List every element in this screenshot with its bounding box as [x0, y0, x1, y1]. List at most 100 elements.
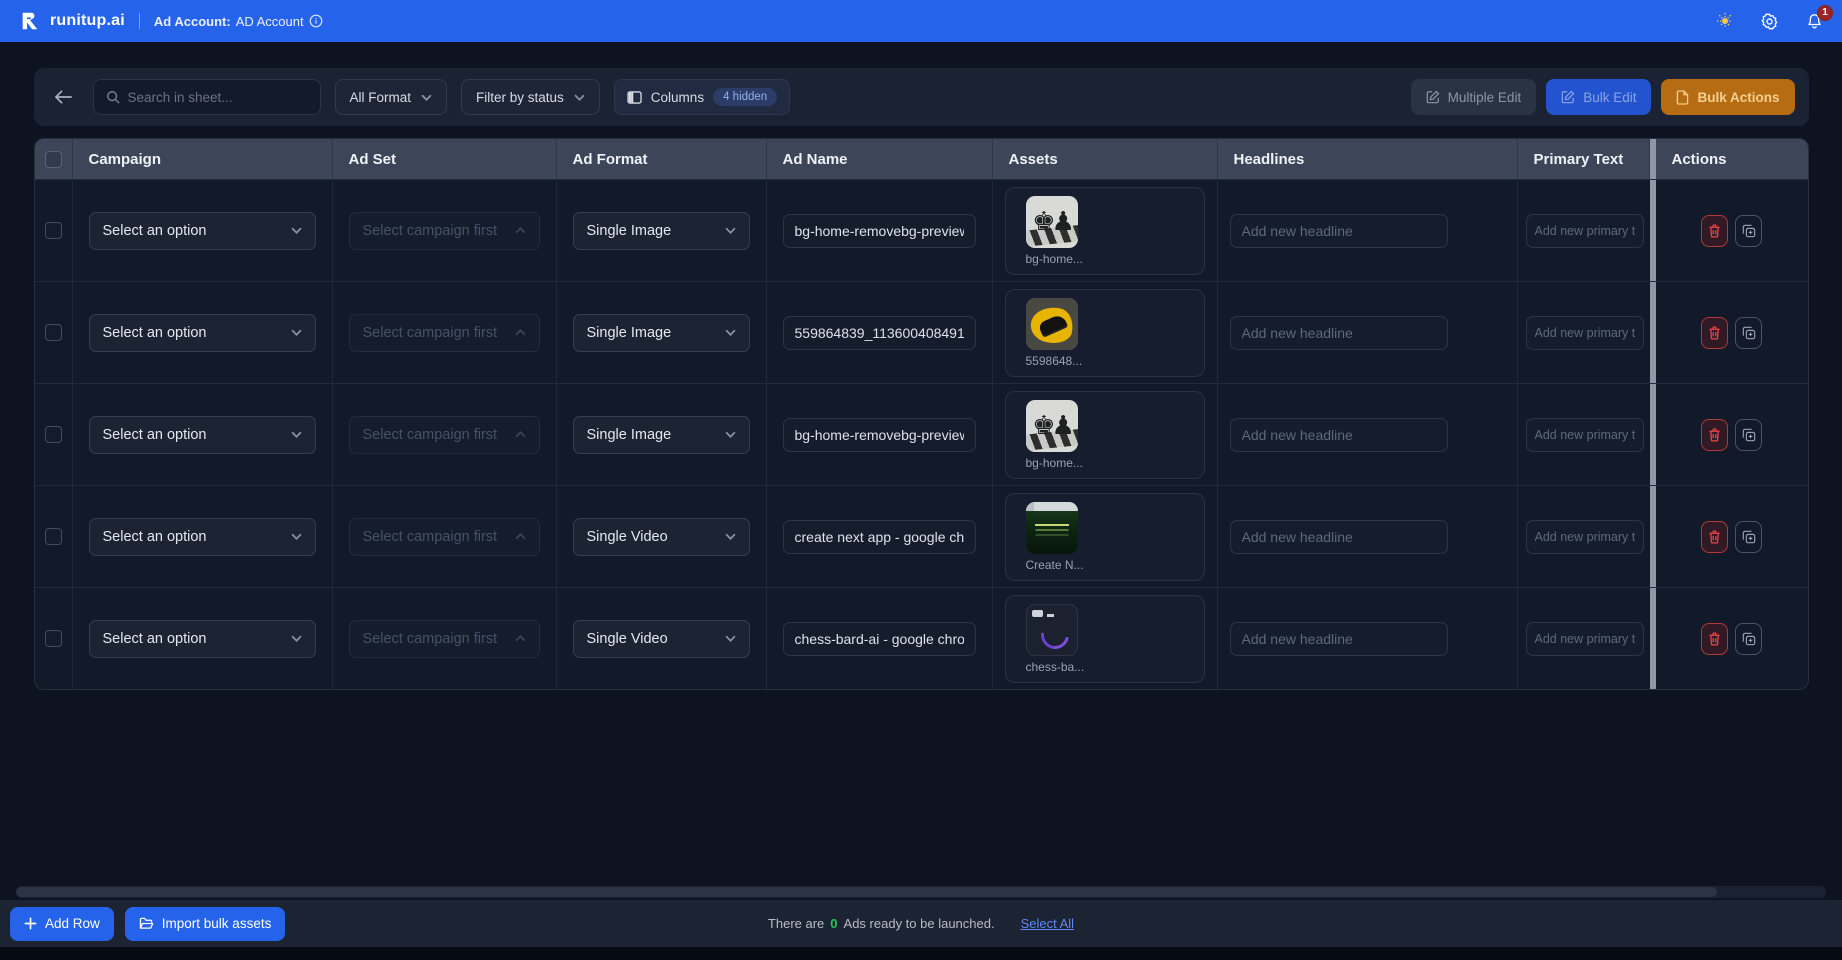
video-chess-thumbnail[interactable] — [1026, 604, 1078, 656]
delete-row-button[interactable] — [1701, 317, 1728, 349]
chevron-down-icon — [421, 94, 432, 101]
trash-icon — [1708, 428, 1721, 442]
multiple-edit-button[interactable]: Multiple Edit — [1411, 79, 1537, 115]
headline-input[interactable] — [1230, 520, 1448, 554]
ad-set-select[interactable]: Select campaign first — [349, 416, 540, 454]
headline-input[interactable] — [1230, 316, 1448, 350]
asset-card[interactable]: bg-home... — [1005, 391, 1205, 479]
primary-text-input[interactable] — [1526, 316, 1644, 350]
delete-row-button[interactable] — [1701, 521, 1728, 553]
sun-icon — [1716, 12, 1734, 30]
row-checkbox[interactable] — [45, 222, 62, 239]
chevron-down-icon — [291, 635, 302, 642]
info-icon[interactable] — [309, 14, 323, 28]
column-header-ad-name: Ad Name — [767, 139, 993, 179]
primary-text-input[interactable] — [1526, 418, 1644, 452]
ad-format-select[interactable]: Single Image — [573, 212, 750, 250]
bulk-actions-button[interactable]: Bulk Actions — [1661, 79, 1794, 115]
chevron-down-icon — [574, 94, 585, 101]
notifications-button[interactable]: 1 — [1805, 12, 1824, 31]
edit-icon — [1561, 90, 1575, 104]
delete-row-button[interactable] — [1701, 419, 1728, 451]
campaign-select[interactable]: Select an option — [89, 212, 316, 250]
document-icon — [1676, 90, 1689, 105]
table-header-row: Campaign Ad Set Ad Format Ad Name Assets… — [35, 139, 1808, 179]
headline-input[interactable] — [1230, 418, 1448, 452]
row-checkbox[interactable] — [45, 426, 62, 443]
bulk-actions-label: Bulk Actions — [1697, 90, 1779, 105]
duplicate-row-button[interactable] — [1735, 317, 1762, 349]
campaign-select[interactable]: Select an option — [89, 314, 316, 352]
ad-name-input[interactable] — [783, 418, 976, 452]
campaign-select[interactable]: Select an option — [89, 518, 316, 556]
shoe-image-thumbnail[interactable] — [1026, 298, 1078, 350]
delete-row-button[interactable] — [1701, 215, 1728, 247]
add-row-button[interactable]: Add Row — [10, 907, 114, 941]
import-bulk-assets-button[interactable]: Import bulk assets — [125, 907, 286, 941]
select-all-link[interactable]: Select All — [1021, 916, 1074, 931]
asset-card[interactable]: chess-ba... — [1005, 595, 1205, 683]
select-all-checkbox[interactable] — [45, 151, 62, 168]
duplicate-row-button[interactable] — [1735, 419, 1762, 451]
chess-image-thumbnail[interactable] — [1026, 400, 1078, 452]
horizontal-scrollbar-thumb[interactable] — [16, 887, 1717, 897]
ad-set-select[interactable]: Select campaign first — [349, 620, 540, 658]
ad-format-select-value: Single Image — [587, 223, 725, 239]
headline-input[interactable] — [1230, 214, 1448, 248]
ad-name-input[interactable] — [783, 622, 976, 656]
primary-text-input[interactable] — [1526, 520, 1644, 554]
ad-set-select[interactable]: Select campaign first — [349, 518, 540, 556]
columns-label: Columns — [651, 90, 704, 105]
campaign-select[interactable]: Select an option — [89, 620, 316, 658]
chevron-up-icon — [515, 431, 526, 438]
video-next-thumbnail[interactable] — [1026, 502, 1078, 554]
asset-card[interactable]: 5598648... — [1005, 289, 1205, 377]
primary-text-input[interactable] — [1526, 214, 1644, 248]
chevron-up-icon — [515, 227, 526, 234]
asset-card[interactable]: Create N... — [1005, 493, 1205, 581]
theme-toggle-button[interactable] — [1716, 12, 1734, 30]
search-input[interactable] — [128, 90, 308, 105]
copy-plus-icon — [1742, 428, 1756, 442]
runitup-logo-icon — [18, 9, 42, 33]
chevron-down-icon — [725, 635, 736, 642]
row-checkbox[interactable] — [45, 528, 62, 545]
row-checkbox[interactable] — [45, 324, 62, 341]
format-filter-value: All Format — [350, 90, 412, 105]
table-row: Select an option Select campaign first S… — [35, 485, 1808, 587]
settings-button[interactable] — [1760, 12, 1779, 31]
status-filter-dropdown[interactable]: Filter by status — [461, 79, 600, 115]
asset-card[interactable]: bg-home... — [1005, 187, 1205, 275]
arrow-left-icon — [54, 89, 73, 105]
ad-format-select[interactable]: Single Image — [573, 416, 750, 454]
duplicate-row-button[interactable] — [1735, 215, 1762, 247]
ad-set-select[interactable]: Select campaign first — [349, 212, 540, 250]
chevron-down-icon — [291, 227, 302, 234]
chess-image-thumbnail[interactable] — [1026, 196, 1078, 248]
ad-set-select[interactable]: Select campaign first — [349, 314, 540, 352]
primary-text-input[interactable] — [1526, 622, 1644, 656]
duplicate-row-button[interactable] — [1735, 623, 1762, 655]
chevron-up-icon — [515, 329, 526, 336]
back-button[interactable] — [48, 85, 79, 109]
headline-input[interactable] — [1230, 622, 1448, 656]
ad-name-input[interactable] — [783, 520, 976, 554]
bulk-edit-button[interactable]: Bulk Edit — [1546, 79, 1651, 115]
campaign-select[interactable]: Select an option — [89, 416, 316, 454]
format-filter-dropdown[interactable]: All Format — [335, 79, 448, 115]
copy-plus-icon — [1742, 224, 1756, 238]
horizontal-scrollbar[interactable] — [16, 886, 1826, 898]
notification-badge: 1 — [1817, 5, 1833, 21]
brand-logo[interactable]: runitup.ai — [18, 9, 125, 33]
ad-format-select[interactable]: Single Image — [573, 314, 750, 352]
columns-button[interactable]: Columns 4 hidden — [614, 79, 790, 115]
row-checkbox[interactable] — [45, 630, 62, 647]
ad-format-select[interactable]: Single Video — [573, 620, 750, 658]
duplicate-row-button[interactable] — [1735, 521, 1762, 553]
ad-format-select[interactable]: Single Video — [573, 518, 750, 556]
ad-name-input[interactable] — [783, 214, 976, 248]
columns-icon — [627, 91, 642, 104]
ad-name-input[interactable] — [783, 316, 976, 350]
column-header-assets: Assets — [993, 139, 1218, 179]
delete-row-button[interactable] — [1701, 623, 1728, 655]
